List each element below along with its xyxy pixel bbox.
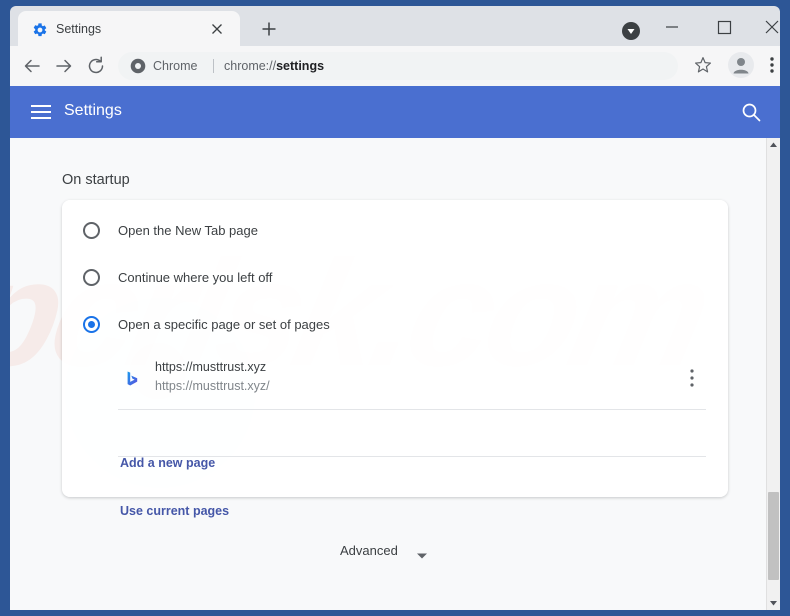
advanced-label: Advanced [340,543,398,558]
minimize-button[interactable] [650,12,694,42]
omnibox-url: chrome://settings [224,57,324,75]
hamburger-icon[interactable] [30,102,52,122]
advanced-toggle[interactable]: Advanced [340,538,470,564]
startup-option-label: Open a specific page or set of pages [118,317,330,332]
settings-app-bar: Settings [10,86,780,138]
radio-icon-selected[interactable] [83,316,100,333]
card-divider [118,409,706,410]
address-bar[interactable]: Chrome chrome://settings [118,52,678,80]
startup-page-row: https://musttrust.xyz https://musttrust.… [62,350,728,408]
download-icon[interactable] [620,20,642,42]
startup-option-label: Open the New Tab page [118,223,258,238]
maximize-button[interactable] [702,12,746,42]
star-icon[interactable] [692,54,714,76]
reload-icon[interactable] [84,54,108,78]
scroll-down-icon[interactable] [767,596,780,610]
close-window-button[interactable] [750,12,790,42]
avatar[interactable] [728,52,754,78]
vertical-scrollbar[interactable] [766,138,780,610]
section-title: On startup [62,172,130,188]
omnibox-divider [213,59,214,73]
three-dot-menu-icon[interactable] [680,364,704,392]
browser-tab-settings[interactable]: Settings [18,11,240,46]
page-title: Settings [64,102,122,119]
close-icon[interactable] [208,20,226,38]
scroll-up-icon[interactable] [767,138,780,152]
omnibox-scheme-label: Chrome [153,59,198,73]
startup-option-label: Continue where you left off [118,270,273,285]
startup-page-name: https://musttrust.xyz [155,360,267,374]
omnibox-url-prefix: chrome:// [224,59,277,73]
startup-option-new-tab[interactable]: Open the New Tab page [62,209,728,256]
new-tab-button[interactable] [258,18,280,40]
scrollbar-thumb[interactable] [768,492,779,580]
settings-content: pcrisk.com On startup Open the New Tab p… [10,138,766,610]
browser-window: Settings Chrome chrome://settings Settin… [0,0,790,616]
back-arrow-icon[interactable] [20,54,44,78]
chevron-down-icon[interactable] [416,547,428,559]
three-dot-menu-icon[interactable] [762,54,782,76]
radio-icon[interactable] [83,222,100,239]
use-current-pages-link[interactable]: Use current pages [120,502,229,520]
gear-icon [32,22,48,38]
on-startup-card: Open the New Tab page Continue where you… [62,200,728,518]
tab-title: Settings [56,22,102,36]
forward-arrow-icon[interactable] [52,54,76,78]
search-icon[interactable] [740,101,762,123]
card-divider [118,456,706,457]
page-viewport: Settings pcrisk.com On startup Open the … [10,86,780,610]
startup-option-specific-pages[interactable]: Open a specific page or set of pages [62,303,728,350]
tab-strip: Settings [10,6,780,46]
chrome-logo-icon [130,58,146,74]
bing-b-icon [124,370,141,387]
startup-option-continue[interactable]: Continue where you left off [62,256,728,303]
startup-page-url: https://musttrust.xyz/ [155,379,270,393]
radio-icon[interactable] [83,269,100,286]
browser-toolbar: Chrome chrome://settings [10,46,780,86]
omnibox-url-path: settings [276,59,325,73]
